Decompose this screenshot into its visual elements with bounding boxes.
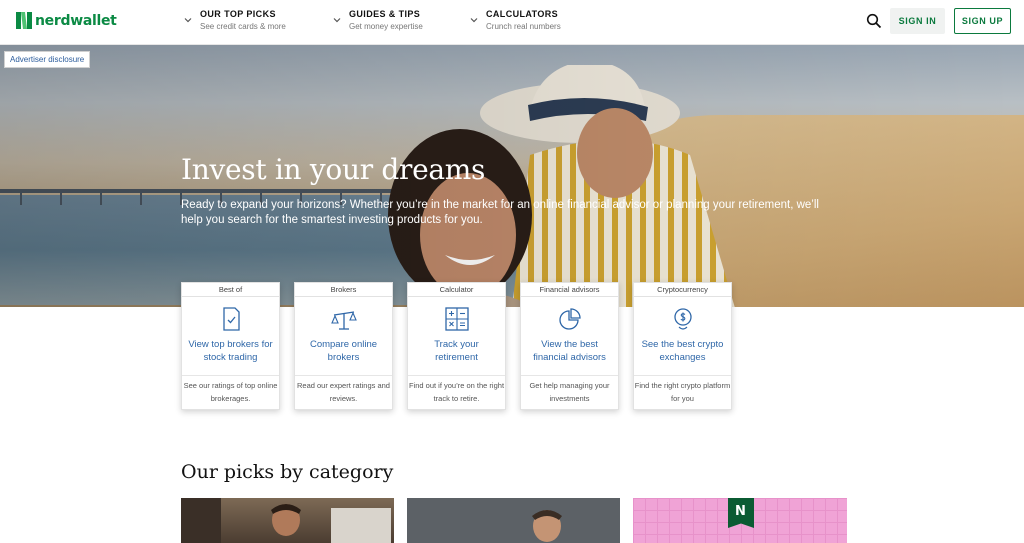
card-link[interactable]: View the best financial advisors [521,338,618,364]
card-calculator[interactable]: Calculator Track your retirement Find ou… [407,282,506,410]
pick-card-image-2[interactable] [407,498,620,543]
card-link[interactable]: See the best crypto exchanges [634,338,731,364]
pick-card-image-3[interactable]: N [633,498,847,543]
nerdwallet-logo-icon [16,12,32,29]
search-icon[interactable] [866,13,882,29]
nav-menu-subtitle: See credit cards & more [200,22,286,31]
hero-banner: Invest in your dreams Ready to expand yo… [0,45,1024,307]
card-footer: Find out if you’re on the right track to… [408,375,505,409]
hero-overlay [0,45,1024,307]
card-financial-advisors[interactable]: Financial advisors View the best financi… [520,282,619,410]
card-category: Brokers [295,283,392,297]
card-link[interactable]: View top brokers for stock trading [182,338,279,364]
card-link[interactable]: Track your retirement [408,338,505,364]
card-footer: Find the right crypto platform for you [634,375,731,409]
card-cryptocurrency[interactable]: Cryptocurrency See the best crypto excha… [633,282,732,410]
badge-letter: N [735,504,746,519]
card-category: Best of [182,283,279,297]
card-category: Cryptocurrency [634,283,731,297]
nav-menu-title: OUR TOP PICKS [200,9,276,19]
pick-photo-man-working [181,498,391,543]
nerdwallet-logo[interactable]: nerdwallet [16,12,117,29]
nerdwallet-badge-icon: N [728,498,754,528]
chevron-down-icon [470,18,478,23]
card-best-of[interactable]: Best of View top brokers for stock tradi… [181,282,280,410]
nav-menu-title: GUIDES & TIPS [349,9,421,19]
quick-links-cards: Best of View top brokers for stock tradi… [181,282,732,410]
card-footer: Read our expert ratings and reviews. [295,375,392,409]
nav-menu-top-picks[interactable]: OUR TOP PICKS See credit cards & more [182,9,286,31]
card-category: Financial advisors [521,283,618,297]
nav-menu-title: CALCULATORS [486,9,559,19]
nav-menu-guides-tips[interactable]: GUIDES & TIPS Get money expertise [331,9,423,31]
card-link[interactable]: Compare online brokers [295,338,392,364]
hero-title: Invest in your dreams [181,153,486,186]
card-brokers[interactable]: Brokers Compare online brokers Read our … [294,282,393,410]
chevron-down-icon [333,18,341,23]
sign-in-button[interactable]: SIGN IN [890,8,945,34]
pie-chart-icon [558,308,581,330]
advertiser-disclosure-link[interactable]: Advertiser disclosure [4,51,91,68]
chevron-down-icon [184,18,192,23]
pick-photo-man-office [407,498,620,543]
card-category: Calculator [408,283,505,297]
nav-menu-subtitle: Crunch real numbers [486,22,561,31]
nav-menu-subtitle: Get money expertise [349,22,423,31]
card-footer: Get help managing your investments [521,375,618,409]
calculator-icon [444,307,469,331]
logo-text: nerdwallet [35,12,117,29]
pick-card-image-1[interactable] [181,498,394,543]
scale-icon [330,311,357,330]
card-footer: See our ratings of top online brokerages… [182,375,279,409]
sign-up-button[interactable]: SIGN UP [954,8,1011,34]
hero-description: Ready to expand your horizons? Whether y… [181,199,819,226]
crypto-coin-icon [673,308,692,330]
top-nav: nerdwallet OUR TOP PICKS See credit card… [0,0,1024,45]
nav-menu-calculators[interactable]: CALCULATORS Crunch real numbers [468,9,561,31]
document-check-icon [222,307,240,331]
picks-section-title: Our picks by category [181,461,394,483]
